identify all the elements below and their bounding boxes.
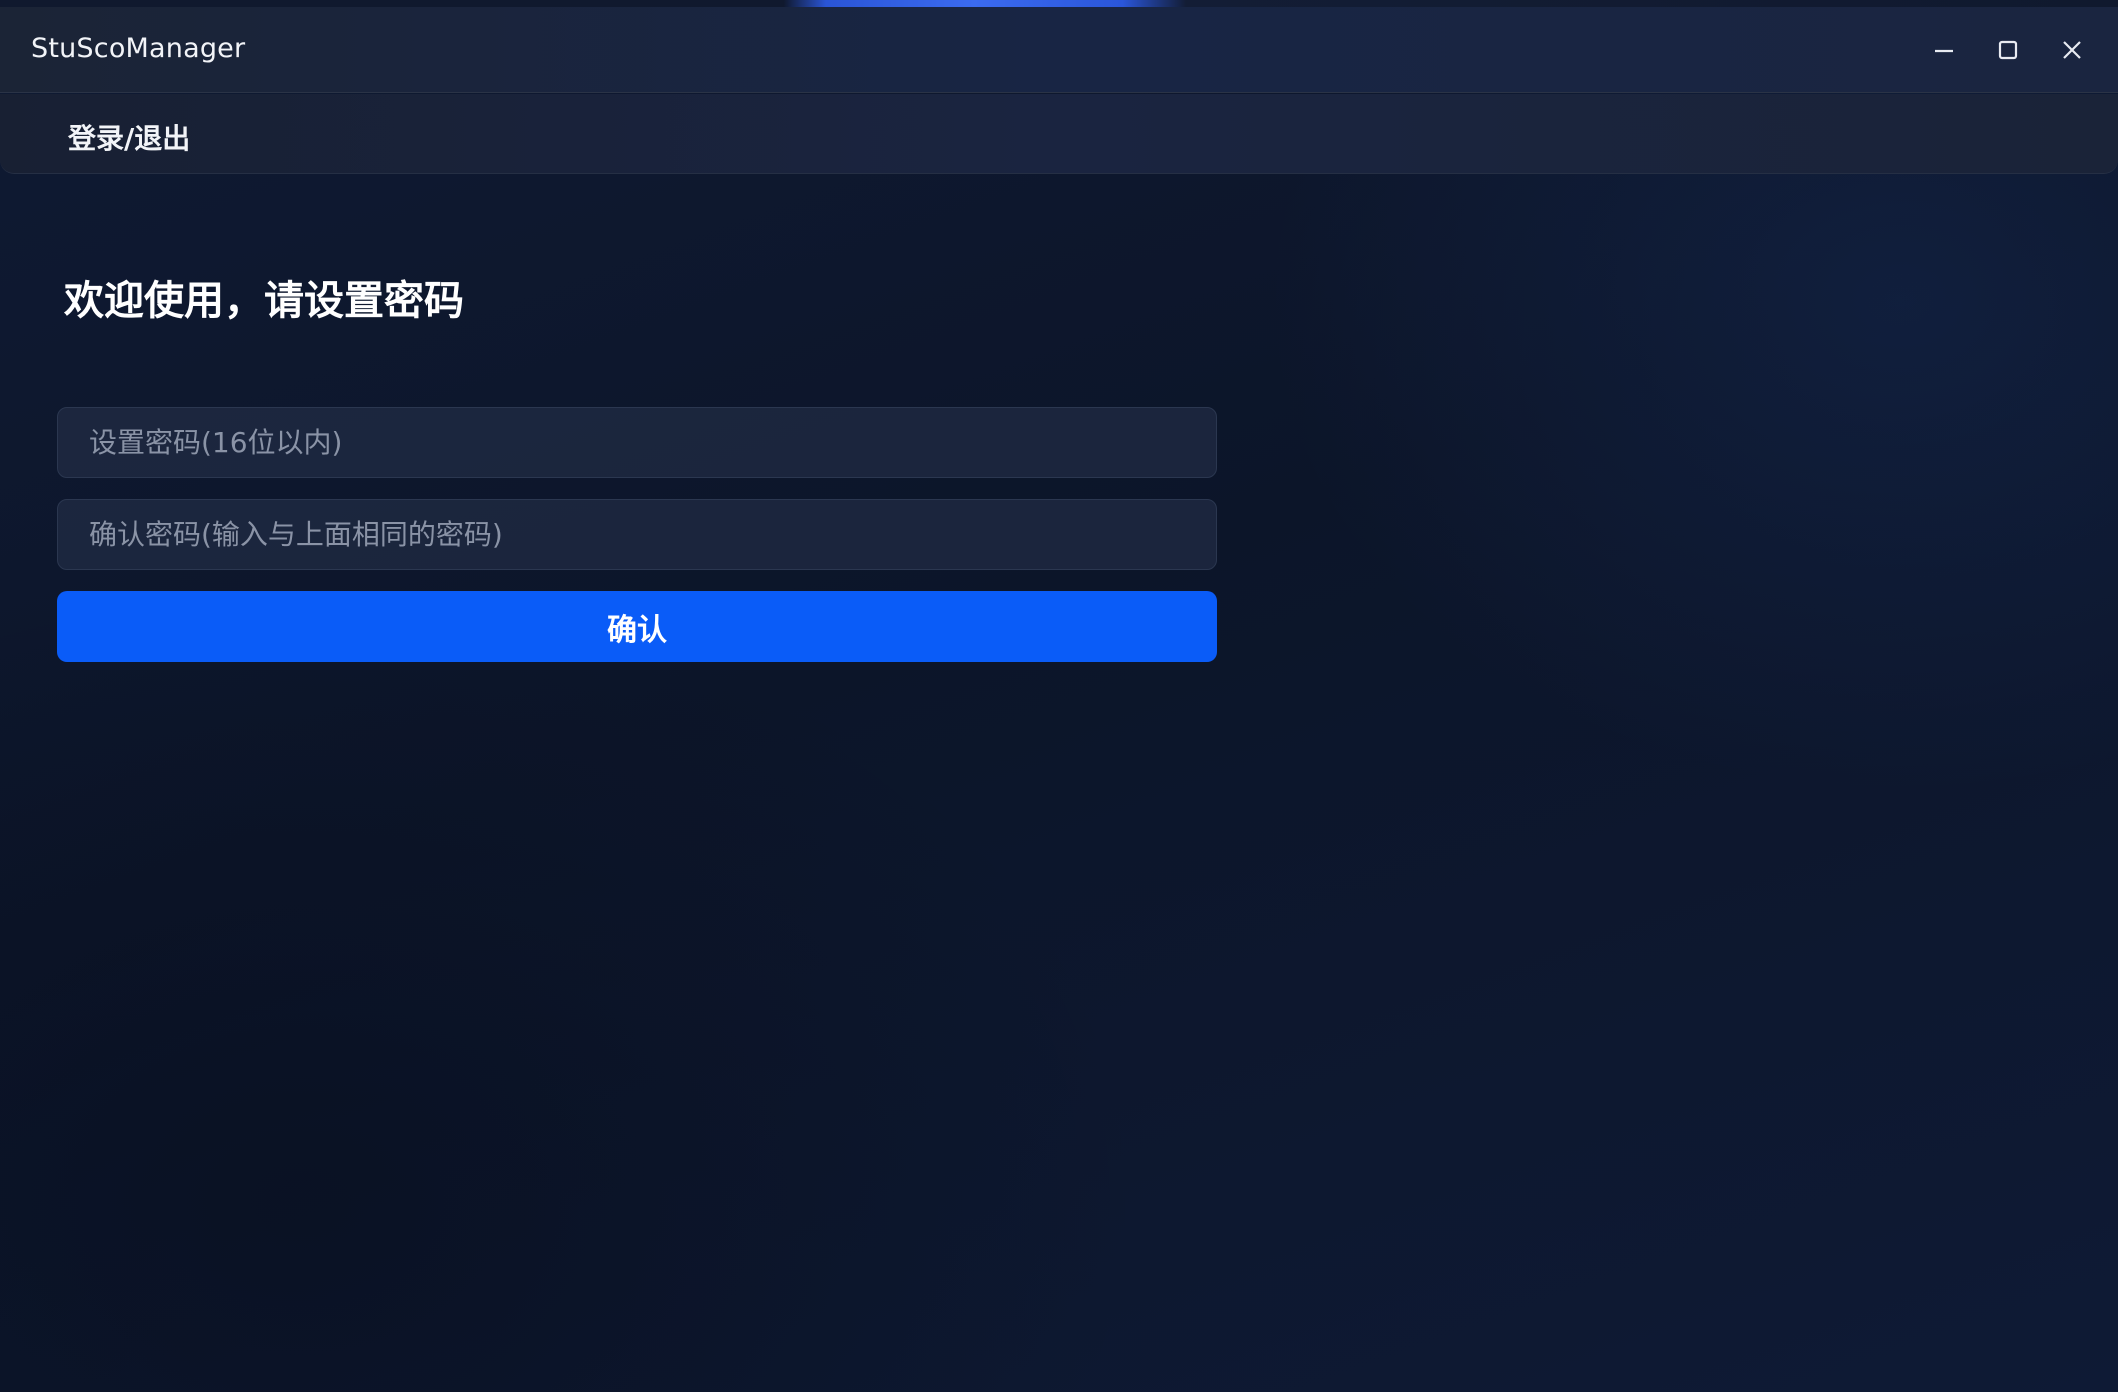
minimize-icon bbox=[1935, 49, 1953, 53]
maximize-icon bbox=[1998, 40, 2018, 60]
confirm-button[interactable]: 确认 bbox=[57, 591, 1217, 662]
set-password-input[interactable] bbox=[57, 407, 1217, 478]
menu-bar: 登录/退出 bbox=[0, 94, 2118, 174]
title-bar[interactable]: StuScoManager bbox=[0, 7, 2118, 93]
desktop-wallpaper-strip bbox=[0, 0, 2118, 7]
menu-item-login-logout[interactable]: 登录/退出 bbox=[68, 117, 190, 157]
close-icon bbox=[2063, 41, 2081, 59]
confirm-password-input[interactable] bbox=[57, 499, 1217, 570]
close-button[interactable] bbox=[2040, 7, 2104, 93]
minimize-button[interactable] bbox=[1912, 7, 1976, 93]
maximize-button[interactable] bbox=[1976, 7, 2040, 93]
app-window: StuScoManager 登录/退出 欢迎使用，请设置密码 确认 bbox=[0, 0, 2118, 1392]
welcome-heading: 欢迎使用，请设置密码 bbox=[64, 278, 464, 324]
app-title: StuScoManager bbox=[31, 33, 246, 64]
